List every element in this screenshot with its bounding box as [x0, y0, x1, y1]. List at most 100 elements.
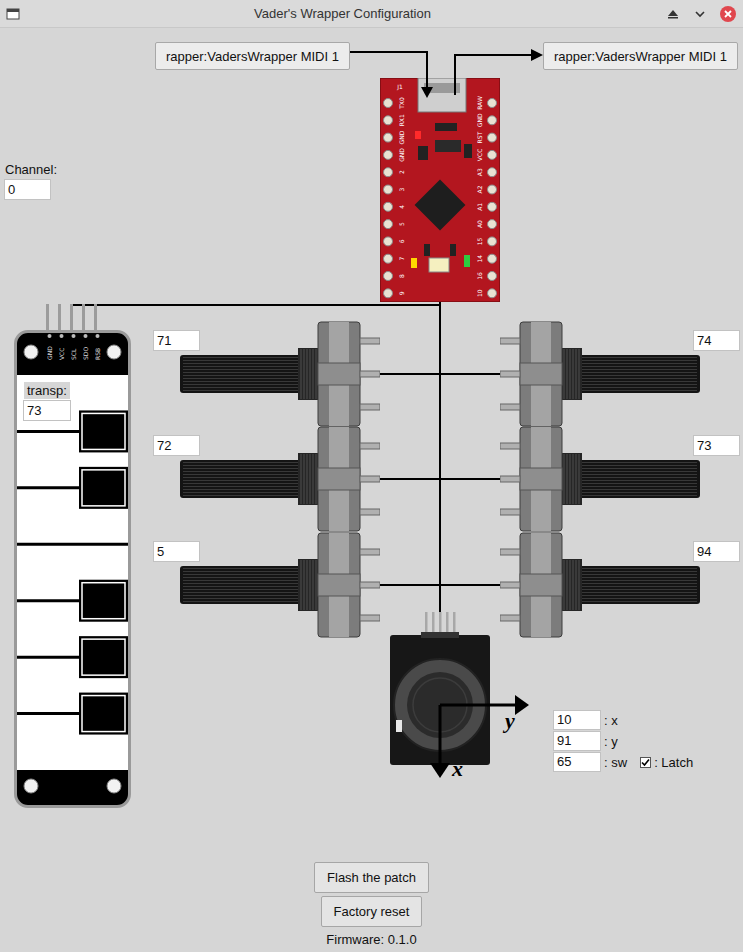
midi-in-arrow	[350, 52, 427, 90]
pin-hole	[488, 254, 497, 263]
pin-label: GND	[398, 148, 405, 162]
action-button[interactable]: Flash the patch	[314, 862, 429, 893]
latch-label: : Latch	[654, 755, 693, 770]
pot-cc-field[interactable]: 74	[693, 330, 740, 351]
action-button[interactable]: Factory reset	[321, 896, 423, 927]
piano-keys	[17, 375, 128, 770]
window-icon	[6, 7, 20, 21]
potentiometer[interactable]	[180, 530, 380, 640]
pin-label: 3	[398, 187, 405, 191]
pin-label: 5	[398, 222, 405, 226]
keyboard-wire	[72, 304, 440, 306]
potentiometer[interactable]	[500, 319, 700, 429]
pot-cc-field[interactable]: 73	[693, 435, 740, 456]
pin-hole	[488, 289, 497, 298]
transpose-label: transp:	[24, 382, 70, 399]
keyboard-board: GNDVCCSCLSDORSB transp: 73	[14, 330, 131, 808]
title-bar: Vader's Wrapper Configuration	[0, 0, 743, 28]
window-title: Vader's Wrapper Configuration	[20, 6, 665, 21]
pin-hole	[488, 116, 497, 125]
joystick-row: 10 : x	[553, 710, 693, 730]
potentiometer[interactable]	[500, 530, 700, 640]
pin-hole	[488, 272, 497, 281]
pin-hole	[384, 185, 393, 194]
transpose-field[interactable]: 73	[23, 400, 71, 421]
app-window: Vader's Wrapper Configuration rapper:Vad…	[0, 0, 743, 952]
pin-label: A2	[476, 185, 483, 193]
pin-hole	[384, 116, 393, 125]
pin-hole	[384, 237, 393, 246]
keyboard-pin-label: RSB	[94, 348, 101, 360]
pin-hole	[384, 168, 393, 177]
potentiometer[interactable]	[180, 319, 380, 429]
midi-out-arrow	[455, 55, 533, 95]
channel-field[interactable]: 0	[4, 179, 51, 200]
x-axis-arrow	[439, 705, 442, 766]
check-icon	[641, 758, 650, 767]
minimize-icon[interactable]	[692, 6, 708, 22]
keyboard-pin-label: VCC	[58, 348, 65, 360]
black-key[interactable]	[79, 693, 128, 735]
pin-hole	[384, 272, 393, 281]
y-axis-label: y	[502, 708, 515, 733]
midi-output-select[interactable]: rapper:VadersWrapper MIDI 1	[543, 42, 738, 70]
pot-cc-field[interactable]: 5	[153, 541, 200, 562]
pot-cc-field[interactable]: 94	[693, 541, 740, 562]
pin-label: 7	[398, 257, 405, 261]
pin-label: RST	[476, 131, 483, 143]
pin-label: RAW	[476, 96, 483, 110]
pin-label: 4	[398, 205, 405, 209]
pot-wire	[378, 584, 502, 586]
config-canvas: rapper:VadersWrapper MIDI 1 rapper:Vader…	[0, 28, 743, 860]
pin-hole	[488, 150, 497, 159]
potentiometer[interactable]	[500, 424, 700, 534]
pin-label: A1	[476, 203, 483, 211]
black-key[interactable]	[79, 636, 128, 678]
close-icon[interactable]	[719, 5, 737, 23]
y-axis-arrow	[440, 704, 518, 707]
joystick-cc-field[interactable]: 10	[553, 710, 601, 730]
joystick-row: 91 : y	[553, 731, 693, 751]
keyboard-module: GNDVCCSCLSDORSB transp: 73	[14, 302, 131, 808]
pot-cc-field[interactable]: 72	[153, 435, 200, 456]
pin-hole	[488, 99, 497, 108]
joystick-label: : x	[604, 713, 618, 728]
pin-hole	[488, 237, 497, 246]
pin-hole	[488, 185, 497, 194]
arduino-board: J1TX0RX1GNDGND23456789RAWGNDRSTVCCA3A2A1…	[380, 78, 500, 302]
keyboard-pin-label: GND	[46, 346, 53, 360]
joystick-label: : sw	[604, 755, 627, 770]
footer: Flash the patchFactory reset Firmware: 0…	[0, 860, 743, 947]
black-key[interactable]	[79, 410, 128, 452]
potentiometer[interactable]	[180, 424, 380, 534]
keyboard-pin-label: SDO	[82, 347, 89, 360]
pot-cc-field[interactable]: 71	[153, 330, 200, 351]
pin-label: 14	[476, 255, 483, 263]
black-key[interactable]	[79, 580, 128, 622]
pin-label: 2	[398, 170, 405, 174]
keep-above-icon[interactable]	[665, 6, 681, 22]
joystick-label: : y	[604, 734, 618, 749]
midi-input-select[interactable]: rapper:VadersWrapper MIDI 1	[155, 42, 350, 70]
pin-hole	[384, 220, 393, 229]
pin-label: VCC	[476, 149, 483, 161]
usb-connector	[418, 78, 466, 112]
joystick-cc-field[interactable]: 91	[553, 731, 601, 751]
channel-label: Channel:	[4, 162, 57, 177]
pin-label: 10	[476, 289, 483, 297]
channel-group: Channel: 0	[4, 162, 57, 200]
header-label: J1	[396, 83, 403, 91]
joystick-row: 65 : sw : Latch	[553, 752, 693, 772]
firmware-version: Firmware: 0.1.0	[326, 932, 416, 947]
pin-hole	[384, 133, 393, 142]
joystick-cc-field[interactable]: 65	[553, 752, 601, 772]
latch-checkbox[interactable]	[640, 757, 651, 768]
pin-label: A0	[476, 220, 483, 228]
pin-label: 16	[476, 272, 483, 280]
yellow-led	[411, 258, 417, 268]
pin-hole	[384, 254, 393, 263]
pot-wire	[378, 373, 502, 375]
black-key[interactable]	[79, 467, 128, 509]
joystick-module[interactable]	[390, 612, 490, 767]
green-led	[464, 255, 470, 267]
